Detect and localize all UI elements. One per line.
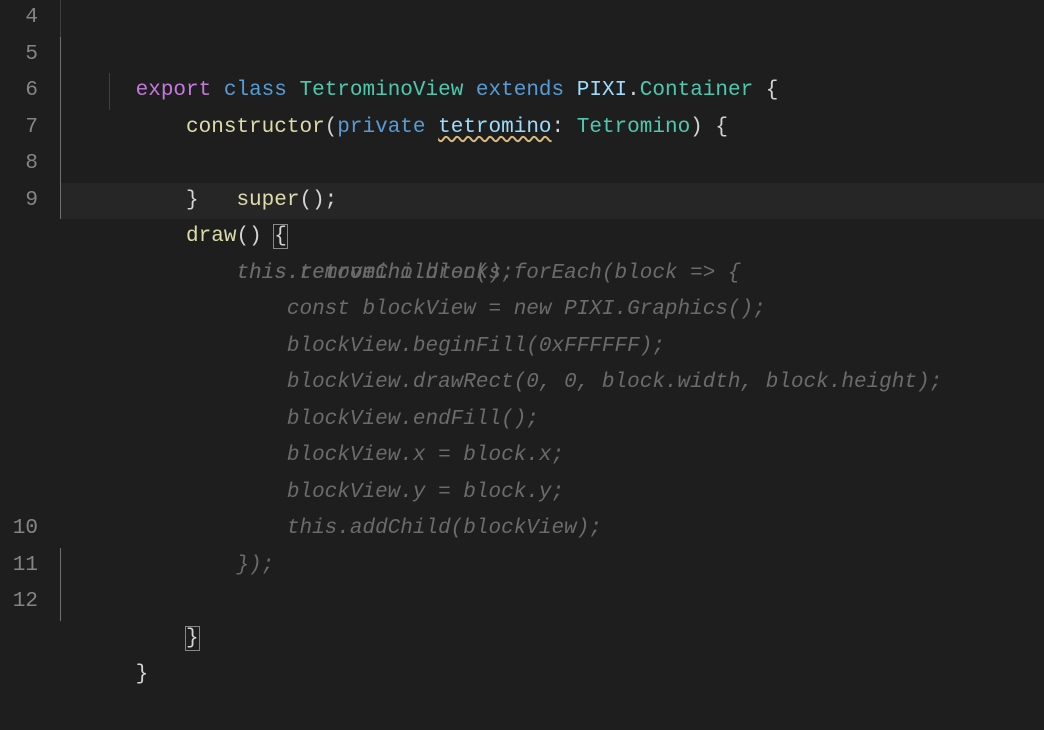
- line-number: [0, 365, 38, 402]
- line-number: [0, 475, 38, 512]
- code-line[interactable]: }: [60, 110, 1044, 147]
- line-number: [0, 438, 38, 475]
- line-number-gutter: 4 5 6 7 8 9 10 11 12: [0, 0, 60, 658]
- code-editor[interactable]: 4 5 6 7 8 9 10 11 12 export class Tetrom…: [0, 0, 1044, 658]
- code-line[interactable]: }: [60, 548, 1044, 585]
- line-number: 12: [0, 584, 38, 621]
- line-number: 6: [0, 73, 38, 110]
- code-line-ghost[interactable]: this.addChild(blockView);: [60, 475, 1044, 512]
- line-number: [0, 256, 38, 293]
- line-number: [0, 402, 38, 439]
- line-number: 10: [0, 511, 38, 548]
- line-number: 9: [0, 183, 38, 220]
- code-line-ghost[interactable]: blockView.drawRect(0, 0, block.width, bl…: [60, 329, 1044, 366]
- code-line[interactable]: constructor(private tetromino: Tetromino…: [60, 37, 1044, 74]
- line-number: [0, 292, 38, 329]
- line-number: 11: [0, 548, 38, 585]
- line-number: 4: [0, 0, 38, 37]
- line-number: [0, 329, 38, 366]
- line-number: 8: [0, 146, 38, 183]
- code-line-ghost[interactable]: blockView.y = block.y;: [60, 438, 1044, 475]
- code-line-ghost[interactable]: });: [60, 511, 1044, 548]
- code-line[interactable]: }: [60, 621, 1044, 658]
- line-number: 7: [0, 110, 38, 147]
- code-line-ghost[interactable]: blockView.endFill();: [60, 365, 1044, 402]
- code-line-ghost[interactable]: blockView.beginFill(0xFFFFFF);: [60, 292, 1044, 329]
- code-line[interactable]: super();: [60, 73, 1044, 110]
- code-line[interactable]: draw() {: [60, 146, 1044, 183]
- code-area[interactable]: export class TetrominoView extends PIXI.…: [60, 0, 1044, 658]
- code-line-current[interactable]: this.removeChildren();: [60, 183, 1044, 220]
- line-number: [0, 219, 38, 256]
- code-line-ghost[interactable]: this.tetromino.blocks.forEach(block => {: [60, 219, 1044, 256]
- code-line-ghost[interactable]: blockView.x = block.x;: [60, 402, 1044, 439]
- code-line-ghost[interactable]: const blockView = new PIXI.Graphics();: [60, 256, 1044, 293]
- code-line[interactable]: [60, 584, 1044, 621]
- code-line[interactable]: export class TetrominoView extends PIXI.…: [60, 0, 1044, 37]
- line-number: 5: [0, 37, 38, 74]
